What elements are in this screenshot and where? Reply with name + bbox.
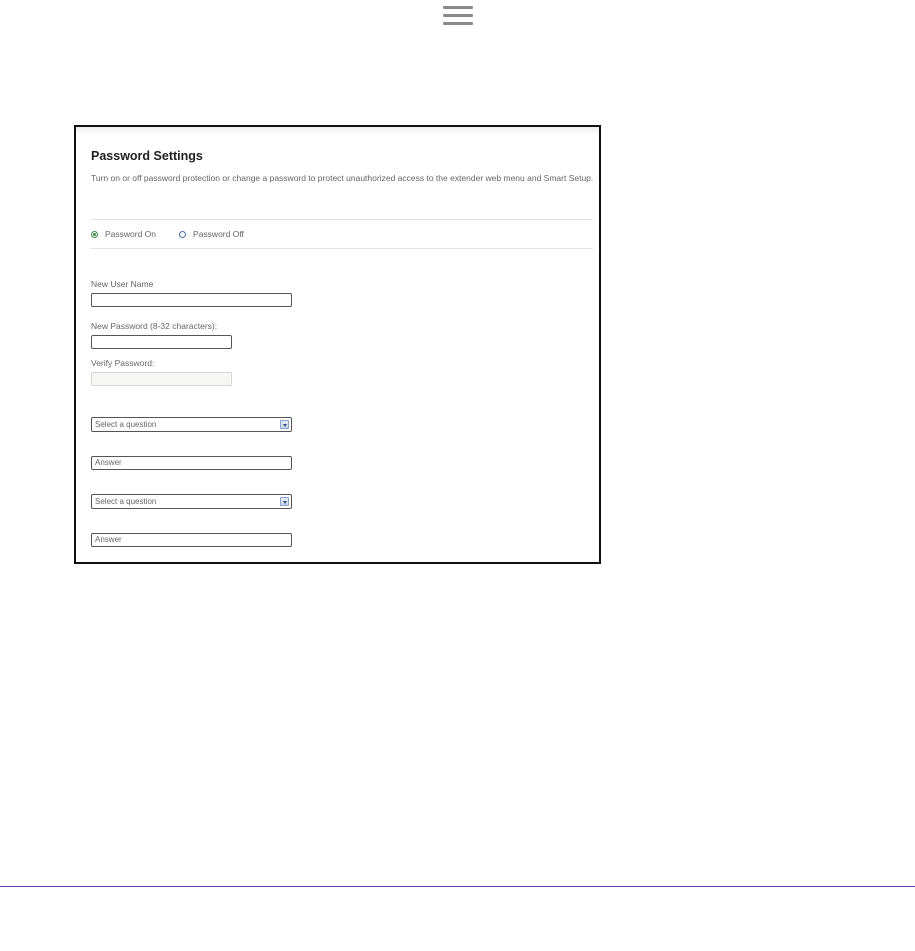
password-settings-panel: Password Settings Turn on or off passwor… [74, 125, 601, 564]
chevron-down-icon[interactable] [280, 497, 289, 506]
chevron-down-icon[interactable] [280, 420, 289, 429]
password-on-radio[interactable]: Password On [91, 229, 156, 239]
divider-bottom [91, 248, 593, 249]
password-off-radio[interactable]: Password Off [179, 229, 244, 239]
security-answer-1-input[interactable]: Answer [91, 456, 292, 470]
new-password-label: New Password (8-32 characters): [91, 321, 218, 331]
password-off-label: Password Off [193, 229, 244, 239]
security-answer-1-placeholder: Answer [95, 458, 122, 467]
security-question-1-value: Select a question [95, 420, 157, 429]
username-label: New User Name [91, 279, 154, 289]
radio-selected-icon[interactable] [91, 230, 98, 238]
password-toggle-group: Password On Password Off [91, 229, 244, 239]
page-description: Turn on or off password protection or ch… [91, 173, 594, 183]
radio-unselected-icon[interactable] [179, 230, 187, 238]
new-password-input[interactable] [91, 335, 232, 349]
page-title: Password Settings [91, 149, 203, 163]
verify-password-label: Verify Password: [91, 358, 155, 368]
divider-top [91, 219, 593, 220]
password-on-label: Password On [105, 229, 157, 239]
security-question-1-select[interactable]: Select a question [91, 417, 292, 432]
security-question-2-value: Select a question [95, 497, 157, 506]
hamburger-menu-icon[interactable] [443, 6, 473, 30]
security-answer-2-placeholder: Answer [95, 535, 122, 544]
footer-rule [0, 886, 915, 887]
security-question-2-select[interactable]: Select a question [91, 494, 292, 509]
verify-password-input[interactable] [91, 372, 232, 386]
username-input[interactable] [91, 293, 292, 307]
security-answer-2-input[interactable]: Answer [91, 533, 292, 547]
panel-top-shadow [76, 127, 599, 135]
